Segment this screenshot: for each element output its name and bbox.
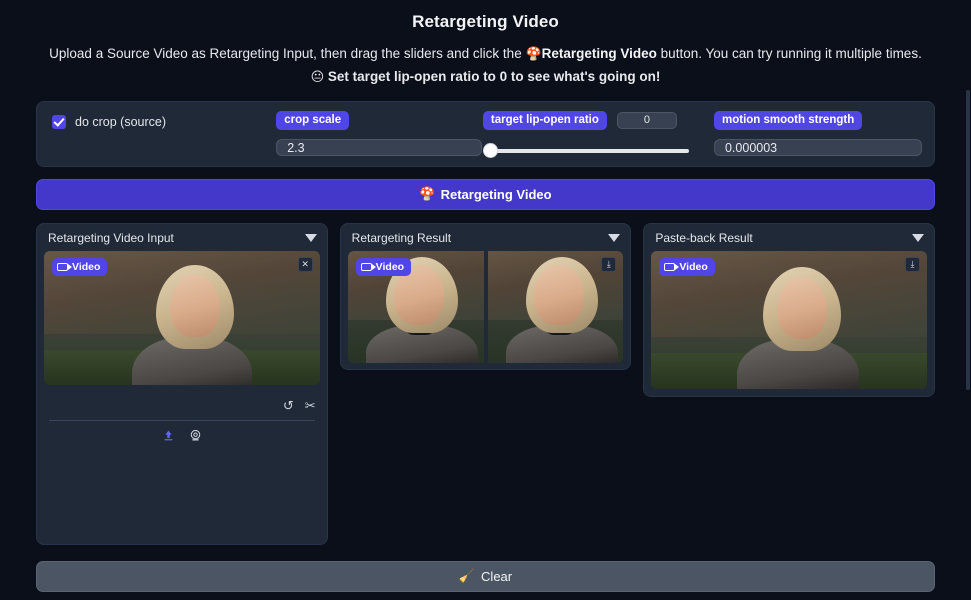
motion-smooth-label-row: motion smooth strength (714, 111, 922, 130)
neutral-face-icon: 😐 (311, 70, 325, 85)
video-badge-label: Video (376, 261, 404, 273)
motion-smooth-label: motion smooth strength (714, 111, 862, 130)
app-root: Retargeting Video Upload a Source Video … (0, 0, 971, 600)
page-subtitle: Upload a Source Video as Retargeting Inp… (30, 43, 941, 88)
motion-smooth-input[interactable]: 0.000003 (714, 139, 922, 156)
video-camera-icon (57, 263, 68, 271)
panel-paste-back-result: Paste-back Result Video ⤓ (643, 223, 935, 397)
video-input-preview[interactable]: Video ✕ (44, 251, 320, 385)
video-player-toolbar: ↺ ✂ (44, 394, 320, 418)
subtitle-text-2: button. You can try running it multiple … (657, 46, 922, 61)
paste-back-result-preview[interactable]: Video ⤓ (651, 251, 927, 389)
lip-open-ratio-value[interactable]: 0 (617, 112, 677, 129)
video-badge-label: Video (679, 261, 707, 273)
clear-button[interactable]: 🧹 Clear (36, 561, 935, 592)
toolbar-divider (49, 420, 315, 421)
panel-header[interactable]: Retargeting Result (341, 224, 631, 251)
lip-open-ratio-label: target lip-open ratio (483, 111, 607, 130)
panel-header[interactable]: Paste-back Result (644, 224, 934, 251)
crop-scale-label-row: crop scale (276, 111, 483, 130)
panel-title: Retargeting Video Input (48, 231, 174, 245)
video-camera-icon (664, 263, 675, 271)
lip-open-ratio-control: target lip-open ratio 0 (483, 111, 714, 156)
crop-scale-input[interactable]: 2.3 (276, 139, 482, 156)
video-camera-icon (361, 263, 372, 271)
panel-retargeting-result: Retargeting Result (340, 223, 632, 370)
panel-title: Paste-back Result (655, 231, 752, 245)
webcam-icon[interactable] (189, 429, 202, 442)
page-title: Retargeting Video (30, 8, 941, 36)
panel-header[interactable]: Retargeting Video Input (37, 224, 327, 251)
chevron-down-icon[interactable] (608, 234, 620, 242)
clear-button-label: Clear (481, 569, 512, 584)
controls-card: do crop (source) crop scale 2.3 target l… (36, 101, 935, 167)
upload-icon[interactable] (162, 429, 175, 442)
video-badge: Video (356, 258, 411, 276)
undo-icon[interactable]: ↺ (283, 400, 294, 413)
download-button[interactable]: ⤓ (601, 257, 616, 272)
clear-video-button[interactable]: ✕ (298, 257, 313, 272)
scrollbar[interactable] (966, 90, 970, 390)
slider-track[interactable] (483, 149, 689, 153)
subtitle-bold: Retargeting Video (542, 46, 657, 61)
do-crop-label: do crop (source) (75, 115, 166, 129)
do-crop-checkbox-row[interactable]: do crop (source) (52, 112, 276, 131)
check-icon[interactable] (52, 115, 66, 129)
scissors-icon[interactable]: ✂ (305, 400, 316, 413)
subject-face (534, 265, 584, 325)
chevron-down-icon[interactable] (912, 234, 924, 242)
slider-handle[interactable] (483, 143, 498, 158)
video-badge: Video (52, 258, 107, 276)
download-button[interactable]: ⤓ (905, 257, 920, 272)
crop-scale-label: crop scale (276, 111, 349, 130)
retargeting-result-preview[interactable]: Video ⤓ (348, 251, 624, 363)
panel-retargeting-video-input: Retargeting Video Input Video ✕ (36, 223, 328, 545)
subtitle-line-2-text: Set target lip-open ratio to 0 to see wh… (328, 69, 660, 84)
mushroom-icon: 🍄 (419, 187, 435, 202)
panels-row: Retargeting Video Input Video ✕ (36, 223, 935, 545)
video-badge: Video (659, 258, 714, 276)
subject-face (170, 275, 220, 337)
panel-title: Retargeting Result (352, 231, 451, 245)
do-crop-control: do crop (source) (49, 111, 276, 156)
subtitle-line-2: 😐 Set target lip-open ratio to 0 to see … (30, 66, 941, 88)
motion-smooth-control: motion smooth strength 0.000003 (714, 111, 922, 156)
lip-open-ratio-slider[interactable] (483, 144, 689, 156)
mushroom-icon: 🍄 (525, 47, 541, 62)
chevron-down-icon[interactable] (305, 234, 317, 242)
lip-open-ratio-label-row: target lip-open ratio 0 (483, 111, 714, 130)
header: Retargeting Video Upload a Source Video … (0, 0, 971, 88)
subtitle-text-1: Upload a Source Video as Retargeting Inp… (49, 46, 525, 61)
retargeting-video-button[interactable]: 🍄 Retargeting Video (36, 179, 935, 210)
subject-face (777, 277, 827, 339)
crop-scale-control: crop scale 2.3 (276, 111, 483, 156)
upload-actions-row (37, 429, 327, 442)
retargeting-video-button-label: Retargeting Video (441, 187, 552, 202)
video-badge-label: Video (72, 261, 100, 273)
broom-icon: 🧹 (459, 569, 475, 584)
